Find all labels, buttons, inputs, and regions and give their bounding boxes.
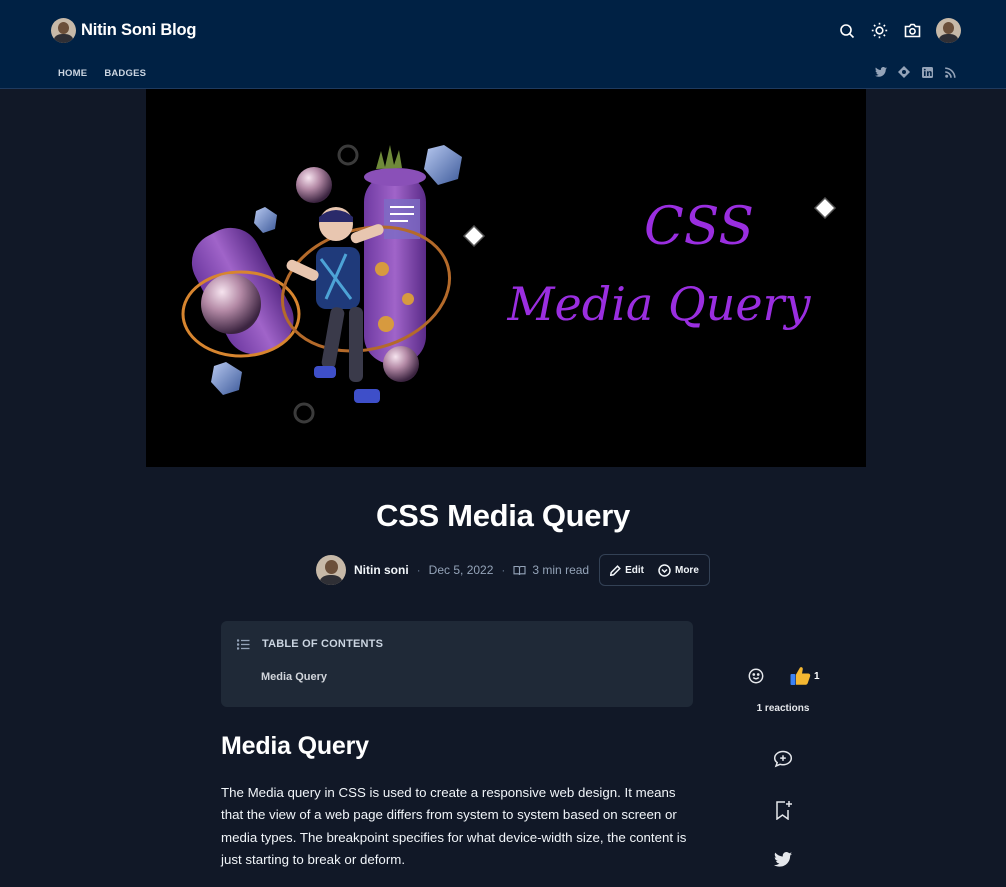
table-of-contents: TABLE OF CONTENTS Media Query bbox=[221, 621, 693, 707]
read-time: 3 min read bbox=[513, 563, 589, 577]
nav-home[interactable]: HOME bbox=[58, 68, 87, 79]
header-actions bbox=[837, 18, 961, 43]
comment-add-icon bbox=[773, 750, 793, 768]
meta-separator: · bbox=[501, 563, 506, 577]
cover-image: CSS Media Query bbox=[146, 89, 866, 467]
search-icon[interactable] bbox=[837, 21, 856, 40]
profile-avatar[interactable] bbox=[936, 18, 961, 43]
section-heading: Media Query bbox=[221, 732, 369, 760]
thumbs-up-icon bbox=[790, 667, 811, 685]
book-icon bbox=[513, 565, 526, 575]
toc-item-media-query[interactable]: Media Query bbox=[261, 671, 327, 683]
bookmark-button[interactable] bbox=[775, 800, 793, 825]
site-header: Nitin Soni Blog HOME BADGES bbox=[0, 0, 1006, 89]
cover-title-line2: Media Query bbox=[507, 277, 811, 331]
more-label: More bbox=[674, 564, 699, 576]
nav-badges[interactable]: BADGES bbox=[104, 68, 146, 79]
like-count: 1 bbox=[814, 670, 820, 682]
share-twitter-button[interactable] bbox=[774, 852, 792, 872]
reactions-count: 1 reactions bbox=[756, 703, 810, 714]
reaction-row: 1 bbox=[748, 666, 820, 686]
toc-title: TABLE OF CONTENTS bbox=[262, 638, 384, 650]
section-paragraph: The Media query in CSS is used to create… bbox=[221, 785, 687, 868]
main-nav: HOME BADGES bbox=[58, 68, 146, 79]
add-reaction-icon[interactable] bbox=[748, 668, 764, 684]
camera-folder-icon[interactable] bbox=[903, 21, 922, 40]
twitter-icon[interactable] bbox=[875, 66, 887, 78]
post-date: Dec 5, 2022 bbox=[428, 563, 494, 577]
hashnode-icon[interactable] bbox=[898, 66, 910, 78]
like-reaction[interactable]: 1 bbox=[790, 666, 820, 686]
social-links bbox=[875, 66, 956, 78]
author-avatar[interactable] bbox=[316, 555, 346, 585]
blog-brand[interactable]: Nitin Soni Blog bbox=[51, 18, 196, 43]
comment-button[interactable] bbox=[773, 750, 793, 773]
chevron-down-circle-icon bbox=[658, 563, 671, 577]
bookmark-add-icon bbox=[776, 801, 792, 821]
rss-icon[interactable] bbox=[944, 66, 956, 78]
more-button[interactable]: More bbox=[658, 563, 699, 577]
meta-separator: · bbox=[416, 563, 421, 577]
blog-name: Nitin Soni Blog bbox=[81, 21, 197, 39]
post-meta: Nitin soni · Dec 5, 2022 · 3 min read Ed… bbox=[316, 554, 710, 586]
twitter-icon bbox=[774, 852, 792, 867]
brand-avatar bbox=[51, 18, 76, 43]
author-name[interactable]: Nitin soni bbox=[354, 563, 409, 577]
cover-title-line1: CSS bbox=[643, 197, 755, 257]
edit-button[interactable]: Edit bbox=[610, 565, 644, 576]
pencil-icon bbox=[610, 564, 621, 576]
post-actions: Edit More bbox=[599, 554, 710, 586]
linkedin-icon[interactable] bbox=[921, 66, 933, 78]
edit-label: Edit bbox=[625, 564, 644, 576]
read-time-label: 3 min read bbox=[532, 563, 590, 577]
toc-header: TABLE OF CONTENTS bbox=[237, 638, 383, 650]
post-title: CSS Media Query bbox=[376, 498, 630, 533]
list-icon bbox=[237, 638, 250, 650]
sun-icon[interactable] bbox=[870, 21, 889, 40]
